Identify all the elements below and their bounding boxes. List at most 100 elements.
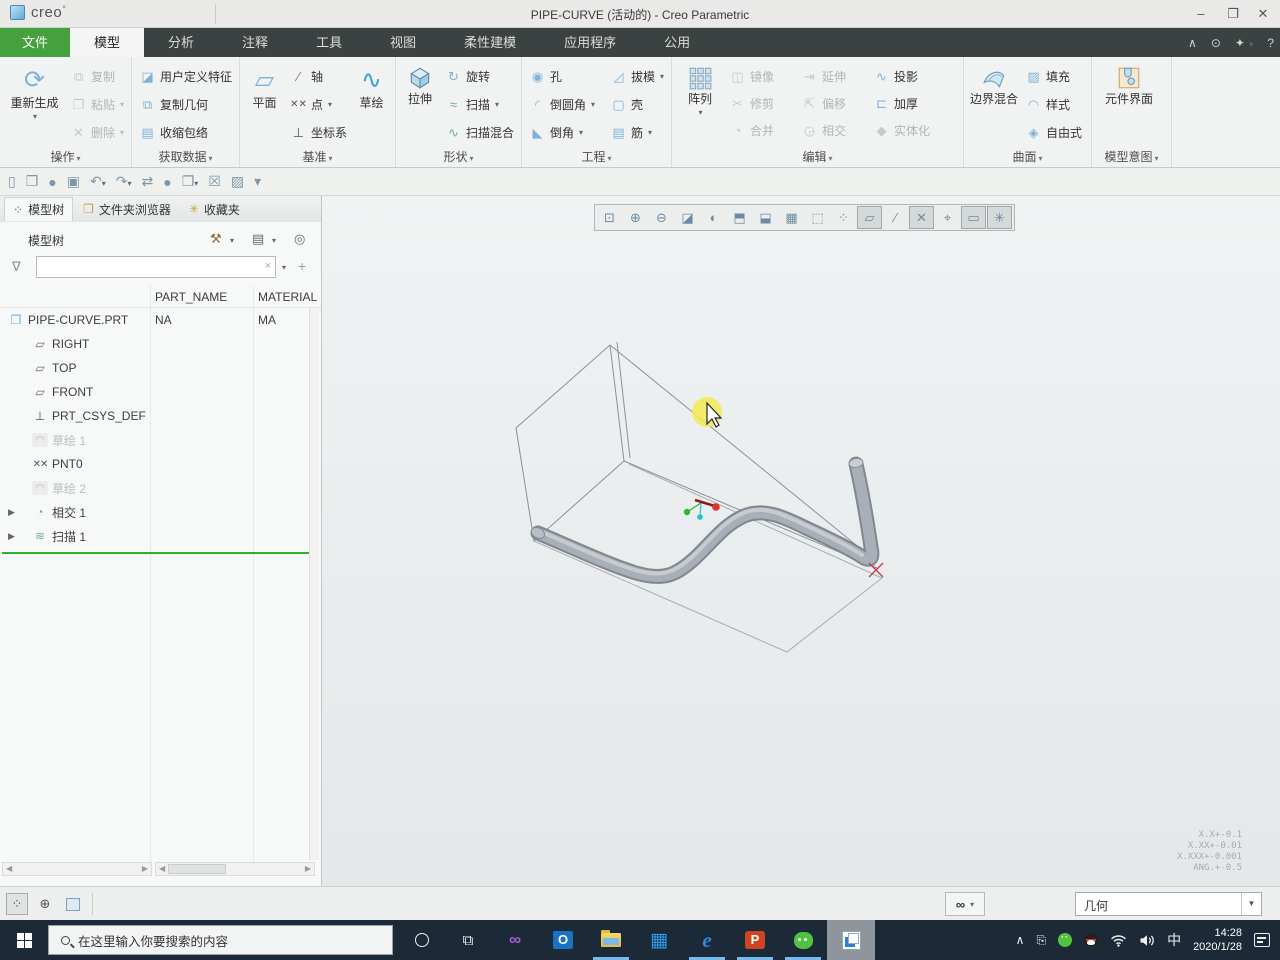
qat-button[interactable]: ▾ xyxy=(254,173,261,190)
intersect-button[interactable]: ◶ 相交 xyxy=(798,117,870,144)
selection-filter-combobox[interactable]: 几何 ▼ xyxy=(1075,892,1262,916)
tree-item[interactable]: ⊥ PRT_CSYS_DEF xyxy=(0,404,321,428)
taskbar-app-button[interactable] xyxy=(827,920,875,960)
column-material[interactable]: MATERIAL xyxy=(258,290,317,304)
tree-tools-arrow[interactable]: ▾ xyxy=(230,236,234,245)
taskbar-app-button[interactable]: e xyxy=(683,920,731,960)
draft-button[interactable]: ◿ 拔模 ▾ xyxy=(607,63,667,90)
qat-button[interactable]: ▨ xyxy=(231,173,244,190)
shrinkwrap-button[interactable]: ▤ 收缩包络 xyxy=(136,119,235,146)
shell-button[interactable]: ▢ 壳 xyxy=(607,91,667,118)
extrude-button[interactable]: 拉伸 xyxy=(400,61,440,145)
group-label-engineering[interactable]: 工程 ▾ xyxy=(522,148,671,165)
sketch-button[interactable]: ∿ 草绘 xyxy=(352,61,391,145)
navigator-tab-model-tree[interactable]: ⁘ 模型树 xyxy=(4,197,74,221)
search-tool-button[interactable]: ∞ ▾ xyxy=(945,892,985,916)
tree-item[interactable]: ◠ 草绘 1 xyxy=(0,428,321,452)
group-label-editing[interactable]: 编辑 ▾ xyxy=(672,148,963,165)
tray-chevron-icon[interactable]: ∧ xyxy=(1016,933,1025,947)
filter-dropdown-arrow[interactable]: ▾ xyxy=(282,263,286,272)
paste-button[interactable]: ❐ 粘贴 ▾ xyxy=(67,91,127,118)
tree-vscrollbar[interactable] xyxy=(309,308,319,860)
restore-button[interactable]: ❐ xyxy=(1216,0,1250,28)
mirror-button[interactable]: ◫ 镜像 xyxy=(726,63,798,90)
taskbar-app-button[interactable]: P xyxy=(731,920,779,960)
point-button[interactable]: ✕✕ 点 ▾ xyxy=(287,91,350,118)
group-label-model-intent[interactable]: 模型意图 ▾ xyxy=(1092,148,1171,165)
revolve-button[interactable]: ↻ 旋转 xyxy=(442,63,517,90)
qat-button[interactable]: ▣ xyxy=(67,173,80,190)
tab-annotate[interactable]: 注释 xyxy=(218,28,292,57)
group-label-datum[interactable]: 基准 ▾ xyxy=(240,148,395,165)
selection-filter-arrow[interactable]: ▼ xyxy=(1241,893,1261,915)
wechat-tray-icon[interactable] xyxy=(1058,932,1073,947)
close-button[interactable]: ✕ xyxy=(1246,0,1280,28)
tab-common[interactable]: 公用 xyxy=(640,28,714,57)
tree-settings-icon[interactable]: ▤ xyxy=(252,231,264,247)
expander-icon[interactable]: ▶ xyxy=(8,531,15,542)
filter-add-icon[interactable]: + xyxy=(298,258,306,274)
freestyle-button[interactable]: ◈ 自由式 xyxy=(1022,119,1085,146)
toggle-navigator-button[interactable]: ⁘ xyxy=(6,893,28,915)
style-button[interactable]: ◠ 样式 xyxy=(1022,91,1085,118)
qat-button[interactable]: ● xyxy=(48,174,56,190)
filter-clear-icon[interactable]: × xyxy=(265,260,271,272)
usb-device-icon[interactable]: ⎘ xyxy=(1036,933,1046,948)
regenerate-ribbon-button[interactable]: ⟳ 重新生成 ▾ xyxy=(4,61,65,145)
extend-button[interactable]: ⇥ 延伸 xyxy=(798,63,870,90)
tree-item[interactable]: ▶ ◔ 相交 1 xyxy=(0,500,321,524)
sweep-button[interactable]: ≈ 扫描 ▾ xyxy=(442,91,517,118)
qat-button[interactable]: ❐▾ xyxy=(182,173,199,190)
pattern-button[interactable]: 阵列 ▾ xyxy=(676,61,724,145)
taskbar-app-button[interactable]: ▦ xyxy=(635,920,683,960)
graphics-area[interactable]: ⊡ ⊕ ⊖ ◪ ◐ ⬒ ⬓ ▦ ⬚ ⁘ ▱ ∕ ✕ ⌖ ▭ ✳ X.X+-0.1… xyxy=(322,196,1280,886)
trim-button[interactable]: ✂ 修剪 xyxy=(726,90,798,117)
taskbar-app-button[interactable] xyxy=(587,920,635,960)
taskbar-search-box[interactable]: 在这里输入你要搜索的内容 xyxy=(48,925,393,955)
swept-blend-button[interactable]: ∿ 扫描混合 xyxy=(442,119,517,146)
qat-button[interactable]: ↶▾ xyxy=(90,173,106,190)
command-search-icon[interactable]: ⊙ xyxy=(1211,36,1221,50)
tree-item[interactable]: ▱ RIGHT xyxy=(0,332,321,356)
taskbar-app-button[interactable]: O xyxy=(539,920,587,960)
column-part-name[interactable]: PART_NAME xyxy=(155,290,227,304)
qat-button[interactable]: ☒ xyxy=(208,173,221,190)
axis-button[interactable]: ∕ 轴 xyxy=(287,63,350,90)
speaker-icon[interactable] xyxy=(1139,934,1155,947)
columns-hscrollbar[interactable]: ◀ ▶ xyxy=(155,862,315,876)
fullscreen-button[interactable] xyxy=(62,893,84,915)
hole-button[interactable]: ◉ 孔 xyxy=(526,63,605,90)
tree-item[interactable]: ◠ 草绘 2 xyxy=(0,476,321,500)
qat-button[interactable]: ▯ xyxy=(8,173,16,190)
help-icon[interactable]: ? xyxy=(1267,36,1274,50)
qat-button[interactable]: ⇄ xyxy=(141,173,153,190)
group-label-get-data[interactable]: 获取数据 ▾ xyxy=(132,148,239,165)
copy-button[interactable]: ⧉ 复制 xyxy=(67,63,127,90)
round-button[interactable]: ◜ 倒圆角 ▾ xyxy=(526,91,605,118)
delete-button[interactable]: ✕ 删除 ▾ xyxy=(67,119,127,146)
start-button[interactable] xyxy=(0,920,48,960)
qat-button[interactable]: ● xyxy=(163,174,171,190)
expander-icon[interactable]: ▶ xyxy=(8,507,15,518)
rib-button[interactable]: ▤ 筋 ▾ xyxy=(607,119,667,146)
udf-button[interactable]: ◪ 用户定义特征 xyxy=(136,63,235,90)
qat-button[interactable]: ❒ xyxy=(26,173,39,190)
taskbar-app-button[interactable] xyxy=(779,920,827,960)
thicken-button[interactable]: ⊏ 加厚 xyxy=(870,90,948,117)
tab-view[interactable]: 视图 xyxy=(366,28,440,57)
tab-model[interactable]: 模型 xyxy=(70,28,145,57)
taskbar-clock[interactable]: 14:28 2020/1/28 xyxy=(1193,926,1242,954)
qq-tray-icon[interactable] xyxy=(1084,933,1099,947)
group-label-shapes[interactable]: 形状 ▾ xyxy=(396,148,521,165)
tree-root-item[interactable]: ❒ PIPE-CURVE.PRT NA MA xyxy=(0,308,321,332)
group-label-surfaces[interactable]: 曲面 ▾ xyxy=(964,148,1091,165)
qat-button[interactable]: ↷▾ xyxy=(116,173,132,190)
tab-analysis[interactable]: 分析 xyxy=(144,28,218,57)
offset-button[interactable]: ⇱ 偏移 xyxy=(798,90,870,117)
minimize-button[interactable]: – xyxy=(1184,0,1218,28)
component-interface-button[interactable]: 元件界面 xyxy=(1096,61,1162,145)
tab-flexible-modeling[interactable]: 柔性建模 xyxy=(440,28,540,57)
boundary-blend-button[interactable]: 边界混合 xyxy=(968,61,1020,145)
tree-settings-arrow[interactable]: ▾ xyxy=(272,236,276,245)
tree-item[interactable]: ▱ FRONT xyxy=(0,380,321,404)
